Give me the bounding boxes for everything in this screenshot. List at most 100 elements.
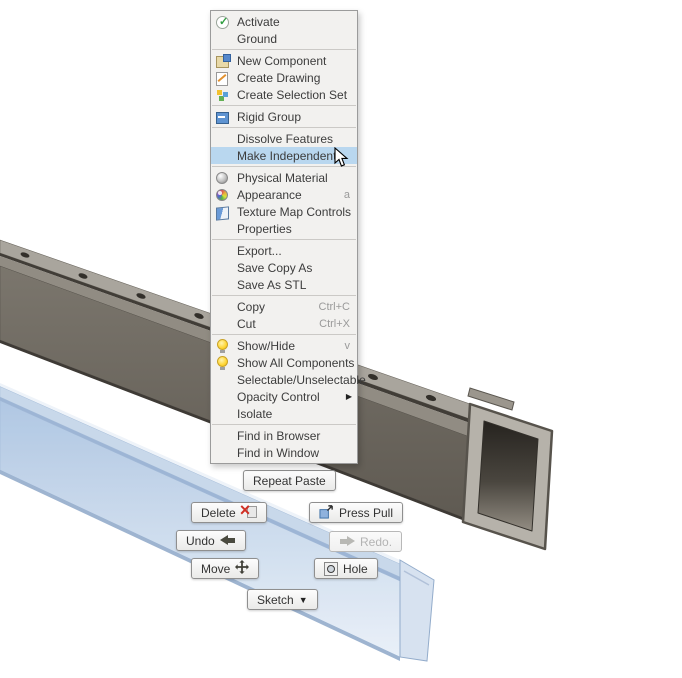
menu-item-label: Physical Material <box>237 170 328 185</box>
menu-item-label: Properties <box>237 221 292 236</box>
menu-item-label: Isolate <box>237 406 273 421</box>
menu-item-label: Find in Window <box>237 445 320 460</box>
menu-item-label: Make Independent <box>237 148 337 163</box>
menu-shortcut: v <box>344 339 351 352</box>
menu-item-label: Activate <box>237 14 280 29</box>
menu-item-label: Cut <box>237 316 256 331</box>
redo-button[interactable]: Redo. <box>329 531 403 552</box>
show-all-icon <box>216 355 231 370</box>
icon-spacer <box>216 317 231 331</box>
menu-item-show-hide[interactable]: Show/Hide v <box>211 337 357 354</box>
menu-separator <box>212 424 356 425</box>
dropdown-icon: ▼ <box>298 594 308 605</box>
activate-icon <box>216 15 231 29</box>
menu-item-label: Save As STL <box>237 277 307 292</box>
sketch-button[interactable]: Sketch ▼ <box>247 589 318 610</box>
press-pull-icon <box>319 504 334 522</box>
mouse-cursor <box>334 147 349 167</box>
menu-separator <box>212 295 356 296</box>
menu-item-properties[interactable]: Properties <box>211 220 357 237</box>
context-menu: Activate Ground New Component Create Dra… <box>210 10 366 464</box>
menu-item-export[interactable]: Export... <box>211 242 357 259</box>
icon-spacer <box>216 390 231 404</box>
icon-spacer <box>216 244 231 258</box>
menu-item-label: Texture Map Controls <box>237 204 352 219</box>
button-label: Undo <box>186 533 215 548</box>
press-pull-button[interactable]: Press Pull <box>309 502 404 523</box>
menu-item-cut[interactable]: Cut Ctrl+X <box>211 315 357 332</box>
icon-spacer <box>216 261 231 275</box>
physical-material-icon <box>216 171 231 185</box>
create-drawing-icon <box>216 71 231 86</box>
button-label: Sketch <box>257 592 294 607</box>
hole-button[interactable]: Hole <box>314 558 378 579</box>
move-icon <box>235 560 250 577</box>
menu-item-create-drawing[interactable]: Create Drawing <box>211 69 357 86</box>
menu-item-label: Selectable/Unselectable <box>237 372 366 387</box>
menu-item-save-as-stl[interactable]: Save As STL <box>211 276 357 293</box>
menu-item-label: Ground <box>237 31 278 46</box>
menu-item-create-selection-set[interactable]: Create Selection Set <box>211 86 357 103</box>
menu-item-label: Find in Browser <box>237 428 321 443</box>
delete-icon <box>240 500 257 521</box>
menu-item-opacity-control[interactable]: Opacity Control ▶ <box>211 388 357 405</box>
menu-item-label: Export... <box>237 243 282 258</box>
menu-item-physical-material[interactable]: Physical Material <box>211 169 357 186</box>
menu-separator <box>212 49 356 50</box>
menu-item-dissolve-features[interactable]: Dissolve Features <box>211 130 357 147</box>
menu-item-label: Create Selection Set <box>237 87 348 102</box>
menu-item-find-in-window[interactable]: Find in Window <box>211 444 357 461</box>
menu-item-copy[interactable]: Copy Ctrl+C <box>211 298 357 315</box>
button-label: Redo. <box>360 534 393 549</box>
icon-spacer <box>216 132 231 146</box>
button-label: Move <box>201 561 231 576</box>
menu-separator <box>212 105 356 106</box>
menu-item-selectable-unselectable[interactable]: Selectable/Unselectable <box>211 371 366 388</box>
hole-icon <box>324 561 338 576</box>
button-label: Press Pull <box>339 505 394 520</box>
menu-item-show-all-components[interactable]: Show All Components <box>211 354 357 371</box>
icon-spacer <box>216 446 231 460</box>
menu-item-save-copy-as[interactable]: Save Copy As <box>211 259 357 276</box>
button-label: Hole <box>343 561 368 576</box>
menu-separator <box>212 239 356 240</box>
menu-shortcut: Ctrl+X <box>319 317 350 330</box>
menu-item-label: Appearance <box>237 187 302 202</box>
repeat-paste-button[interactable]: Repeat Paste <box>243 470 336 491</box>
menu-item-activate[interactable]: Activate <box>211 13 357 30</box>
menu-item-texture-map-controls[interactable]: Texture Map Controls <box>211 203 357 220</box>
menu-item-ground[interactable]: Ground <box>211 30 357 47</box>
texture-map-icon <box>216 205 231 219</box>
icon-spacer <box>216 373 231 387</box>
rigid-group-icon <box>216 110 231 124</box>
appearance-icon <box>216 188 231 202</box>
menu-shortcut: a <box>343 188 350 201</box>
menu-item-label: Dissolve Features <box>237 131 334 146</box>
new-component-icon <box>216 53 231 68</box>
icon-spacer <box>216 278 231 292</box>
delete-button[interactable]: Delete <box>191 500 267 523</box>
tube-end-cap <box>461 402 554 551</box>
menu-item-label: Copy <box>237 299 266 314</box>
menu-item-new-component[interactable]: New Component <box>211 52 357 69</box>
menu-shortcut: Ctrl+C <box>318 300 350 313</box>
menu-item-appearance[interactable]: Appearance a <box>211 186 357 203</box>
create-selection-set-icon <box>216 88 231 102</box>
menu-separator <box>212 334 356 335</box>
menu-item-label: Save Copy As <box>237 260 313 275</box>
menu-item-label: Create Drawing <box>237 70 321 85</box>
menu-separator <box>212 127 356 128</box>
menu-item-isolate[interactable]: Isolate <box>211 405 357 422</box>
undo-icon <box>219 535 236 546</box>
icon-spacer <box>216 32 231 46</box>
menu-item-label: Opacity Control <box>237 389 320 404</box>
show-hide-icon <box>216 338 231 353</box>
submenu-arrow-icon: ▶ <box>345 392 352 401</box>
undo-button[interactable]: Undo <box>176 530 246 551</box>
move-button[interactable]: Move <box>191 558 260 579</box>
button-label: Repeat Paste <box>253 473 326 488</box>
menu-item-label: Rigid Group <box>237 109 302 124</box>
menu-item-find-in-browser[interactable]: Find in Browser <box>211 427 357 444</box>
icon-spacer <box>216 222 231 236</box>
menu-item-rigid-group[interactable]: Rigid Group <box>211 108 357 125</box>
